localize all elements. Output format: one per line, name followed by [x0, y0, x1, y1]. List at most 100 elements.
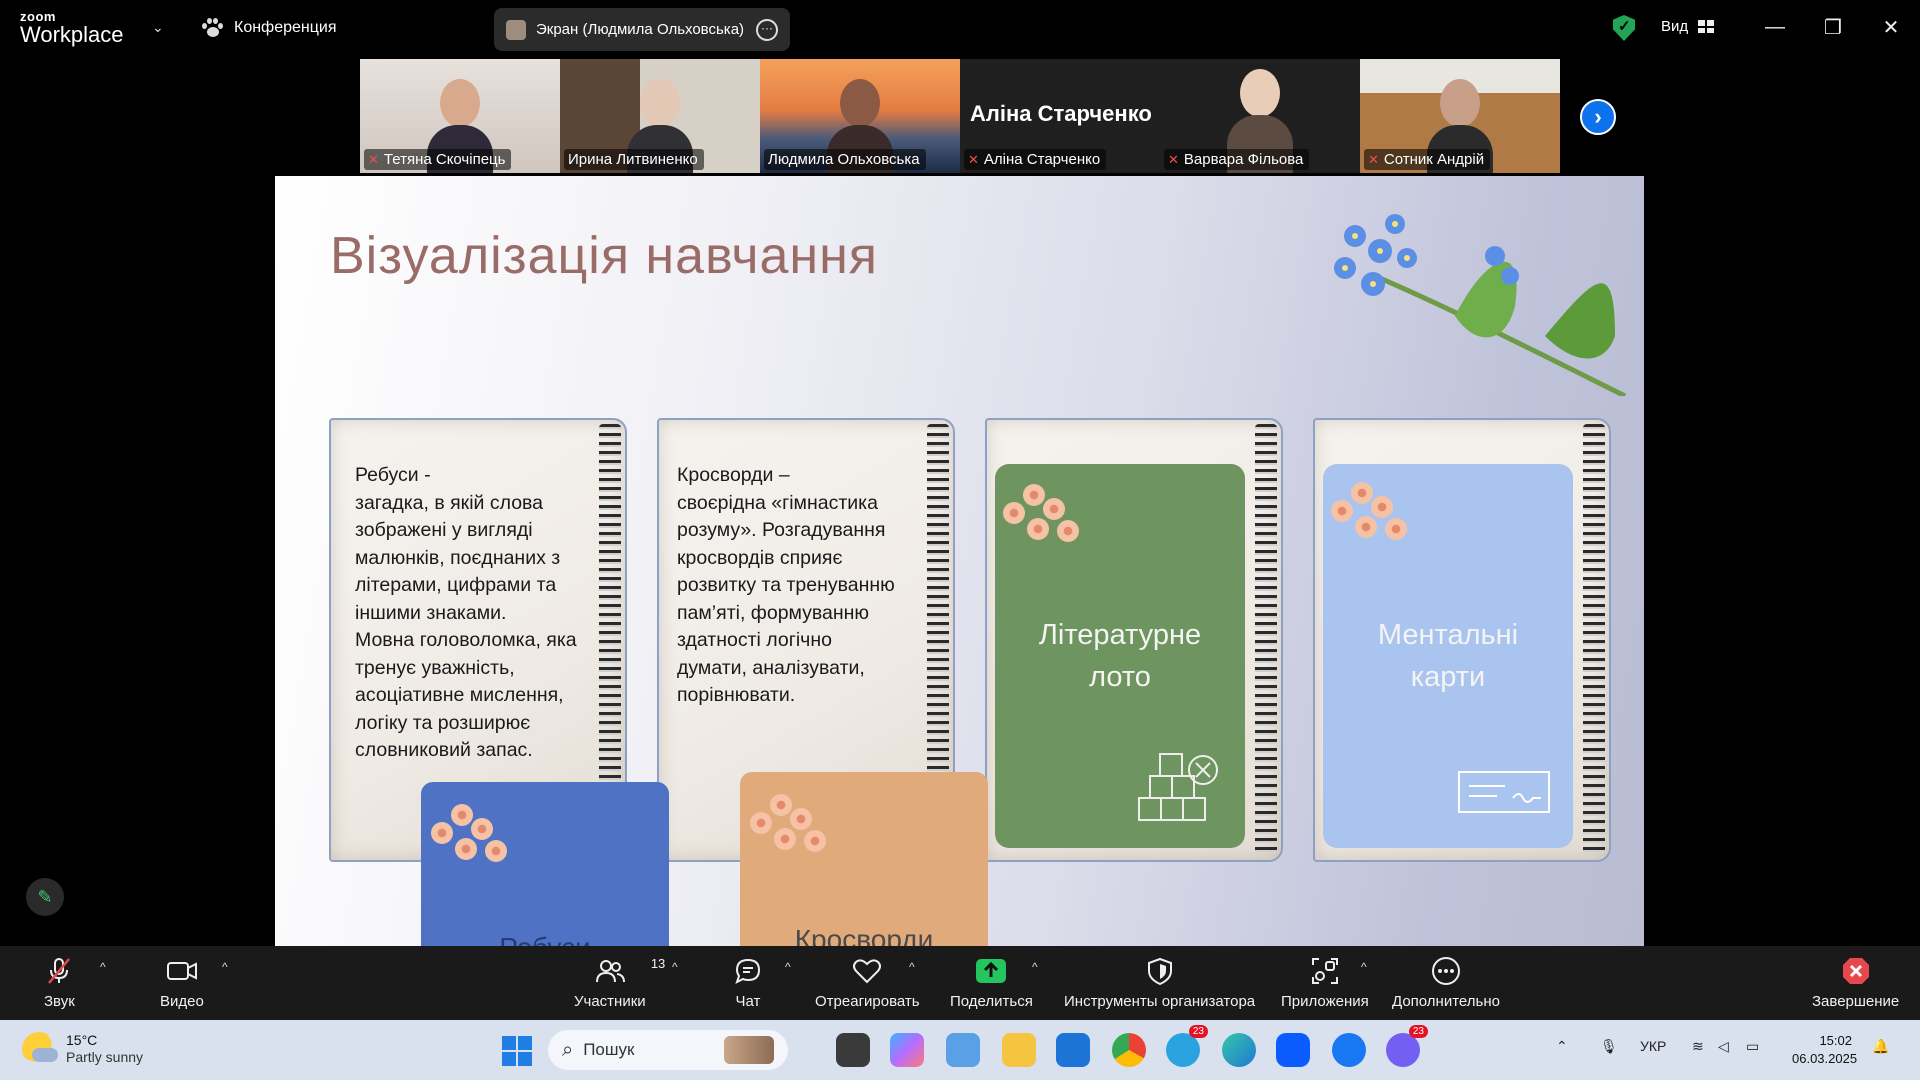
chrome-icon[interactable]: [1112, 1033, 1146, 1067]
wifi-icon[interactable]: ≋: [1692, 1038, 1704, 1055]
apps-button[interactable]: Приложения: [1281, 956, 1369, 1010]
card-label: Кросворди: [794, 924, 934, 946]
notebook-lito: Літературне лото: [985, 418, 1283, 862]
react-options-chevron-icon[interactable]: ^: [909, 960, 915, 974]
boxes-icon: [1138, 753, 1218, 821]
share-options-chevron-icon[interactable]: ^: [1032, 960, 1038, 974]
facebook-icon[interactable]: [1332, 1033, 1366, 1067]
windows-taskbar: 15°C Partly sunny ⌕ Пошук 23 23 ⌃ 🎙 УКР …: [0, 1020, 1920, 1080]
more-label: Дополнительно: [1392, 993, 1500, 1010]
participant-tile-active[interactable]: Людмила Ольховська: [760, 59, 960, 173]
participants-options-chevron-icon[interactable]: ^: [672, 960, 678, 974]
video-options-chevron-icon[interactable]: ^: [222, 960, 228, 974]
audio-button[interactable]: Звук: [44, 956, 75, 1010]
microsoft-store-icon[interactable]: [1056, 1033, 1090, 1067]
input-language[interactable]: УКР: [1640, 1038, 1666, 1054]
video-button[interactable]: Видео: [160, 956, 204, 1010]
participant-tile[interactable]: ✕ Варвара Фільова: [1160, 59, 1360, 173]
telegram-icon[interactable]: 23: [1166, 1025, 1208, 1067]
mic-muted-icon: ✕: [1368, 151, 1379, 167]
weather-temp: 15°C: [66, 1032, 98, 1048]
close-icon[interactable]: ✕: [1876, 12, 1906, 42]
apps-options-chevron-icon[interactable]: ^: [1361, 960, 1367, 974]
participant-big-name: Аліна Старченко: [970, 101, 1152, 126]
security-shield-icon[interactable]: [1613, 15, 1635, 41]
more-options-icon[interactable]: ···: [756, 18, 778, 41]
viber-badge: 23: [1408, 1025, 1428, 1038]
screen-share-pill[interactable]: Экран (Людмила Ольховська) ···: [494, 8, 790, 51]
snipping-tool-icon[interactable]: [946, 1033, 980, 1067]
participants-button[interactable]: 13 Участники: [574, 956, 665, 1010]
mic-muted-icon: ✕: [368, 151, 379, 167]
search-icon: ⌕: [562, 1038, 574, 1061]
participant-strip: ✕ Тетяна Скочіпець Ирина Литвиненко Людми…: [360, 59, 1560, 173]
search-highlight-icon: [724, 1036, 774, 1064]
audio-options-chevron-icon[interactable]: ^: [100, 960, 106, 974]
grid-view-icon: [1698, 20, 1715, 33]
mic-muted-icon: [44, 956, 74, 986]
card-literaturne-loto: Літературне лото: [995, 464, 1245, 848]
share-label: Поделиться: [950, 993, 1033, 1010]
end-label: Завершение: [1812, 993, 1900, 1010]
blossom-icon: [750, 794, 840, 864]
spiral-binding: [1255, 424, 1277, 856]
chat-options-chevron-icon[interactable]: ^: [785, 960, 791, 974]
card-krosvordy: Кросворди: [740, 772, 988, 946]
card-title: Літературне лото: [1038, 619, 1202, 693]
video-label: Видео: [160, 993, 204, 1010]
microphone-icon[interactable]: 🎙: [1600, 1038, 1618, 1055]
host-tools-button[interactable]: Инструменты организатора: [1064, 956, 1255, 1010]
view-label: Вид: [1661, 18, 1689, 35]
restore-icon[interactable]: ❐: [1818, 12, 1848, 42]
participant-tile[interactable]: Аліна Старченко ✕ Аліна Старченко: [960, 59, 1160, 173]
task-view-icon[interactable]: [836, 1033, 870, 1067]
viber-icon[interactable]: 23: [1386, 1025, 1428, 1067]
notebook-text: Кросворди – своєрідна «гімнастика розуму…: [677, 464, 895, 706]
notification-bell-icon[interactable]: 🔔: [1872, 1038, 1889, 1055]
edge-icon[interactable]: [1222, 1033, 1256, 1067]
brand-big: Workplace: [20, 22, 124, 47]
participant-name: Тетяна Скочіпець: [383, 151, 506, 168]
shield-icon: [1145, 956, 1175, 986]
battery-icon[interactable]: ▭: [1746, 1038, 1759, 1055]
meeting-label: Конференция: [234, 19, 337, 36]
participants-icon: 13: [595, 956, 665, 986]
end-meeting-button[interactable]: Завершение: [1812, 956, 1899, 1010]
participants-count: 13: [650, 956, 666, 971]
taskbar-search[interactable]: ⌕ Пошук: [548, 1030, 788, 1070]
apps-label: Приложения: [1281, 993, 1369, 1010]
blossom-icon: [1003, 484, 1093, 554]
react-label: Отреагировать: [815, 993, 920, 1010]
system-clock[interactable]: 15:02 06.03.2025: [1792, 1032, 1857, 1068]
audio-label: Звук: [44, 993, 75, 1010]
card-mentalni-karty: Ментальні карти: [1323, 464, 1573, 848]
file-explorer-icon[interactable]: [1002, 1033, 1036, 1067]
participant-tile[interactable]: ✕ Сотник Андрій: [1360, 59, 1560, 173]
participant-tile[interactable]: Ирина Литвиненко: [560, 59, 760, 173]
chevron-down-icon[interactable]: ⌄: [152, 19, 164, 36]
meeting-info-button[interactable]: Конференция: [202, 18, 337, 38]
annotate-pen-icon[interactable]: ✎: [26, 878, 64, 916]
more-button[interactable]: Дополнительно: [1392, 956, 1500, 1010]
share-button[interactable]: Поделиться: [950, 956, 1033, 1010]
mic-muted-icon: ✕: [968, 151, 979, 167]
show-hidden-icons-chevron-icon[interactable]: ⌃: [1556, 1038, 1568, 1055]
notebook-mentalni: Ментальні карти: [1313, 418, 1611, 862]
participant-tile[interactable]: ✕ Тетяна Скочіпець: [360, 59, 560, 173]
weather-widget[interactable]: 15°C Partly sunny: [22, 1032, 143, 1066]
react-button[interactable]: Отреагировать: [815, 956, 920, 1010]
volume-icon[interactable]: ◁: [1718, 1038, 1729, 1055]
view-button[interactable]: Вид: [1661, 18, 1715, 35]
chat-icon: [733, 956, 763, 986]
forget-me-not-illustration: [1334, 214, 1627, 396]
shared-slide: Візуалізація навчання Ребуси - загадка, …: [275, 176, 1644, 946]
next-page-icon[interactable]: ›: [1580, 99, 1616, 135]
minimize-icon[interactable]: —: [1760, 12, 1790, 42]
chat-button[interactable]: Чат: [733, 956, 763, 1010]
windows-start-icon[interactable]: [502, 1036, 532, 1066]
card-title: Ментальні карти: [1377, 619, 1519, 693]
copilot-icon[interactable]: [890, 1033, 924, 1067]
notebook-text: Ребуси - загадка, в якій слова зображені…: [355, 464, 577, 761]
zoom-taskbar-icon[interactable]: [1276, 1033, 1310, 1067]
weather-desc: Partly sunny: [66, 1049, 144, 1065]
